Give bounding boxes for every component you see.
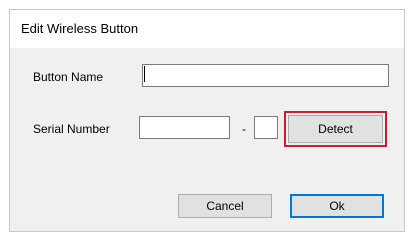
serial-separator: - xyxy=(242,122,246,136)
text-caret xyxy=(144,66,145,82)
cancel-button[interactable]: Cancel xyxy=(178,194,272,218)
button-name-input[interactable] xyxy=(142,64,389,87)
dialog-title: Edit Wireless Button xyxy=(21,21,139,36)
dialog-titlebar: Edit Wireless Button xyxy=(10,10,404,48)
detect-button[interactable]: Detect xyxy=(288,115,383,143)
button-name-label: Button Name xyxy=(33,70,104,84)
serial-number-label: Serial Number xyxy=(33,122,110,136)
serial-number-part1-input[interactable] xyxy=(139,116,230,139)
serial-number-part2-input[interactable] xyxy=(254,116,278,139)
ok-button[interactable]: Ok xyxy=(290,194,384,218)
